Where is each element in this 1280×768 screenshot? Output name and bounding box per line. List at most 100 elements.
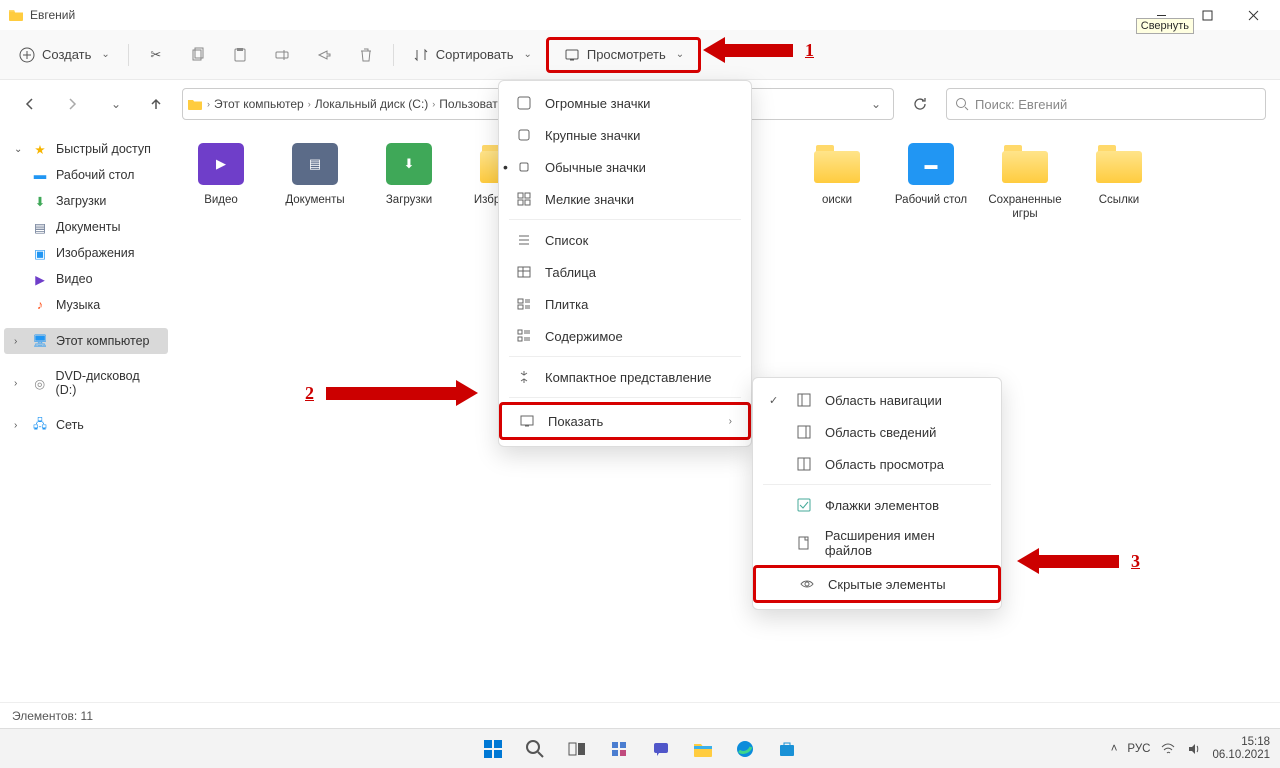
- show-menu-item[interactable]: Расширения имен файлов: [753, 521, 1001, 565]
- show-menu-item[interactable]: Область просмотра: [753, 448, 1001, 480]
- tray-clock[interactable]: 15:1806.10.2021: [1212, 736, 1270, 761]
- show-menu-item[interactable]: Скрытые элементы: [753, 565, 1001, 603]
- rename-button[interactable]: [263, 40, 301, 70]
- sort-button[interactable]: Сортировать⌄: [402, 40, 542, 70]
- status-bar: Элементов: 11: [0, 702, 1280, 728]
- forward-button[interactable]: [56, 88, 88, 120]
- start-button[interactable]: [475, 731, 511, 767]
- create-label: Создать: [42, 47, 91, 62]
- sidebar-network[interactable]: ›🖧Сеть: [4, 412, 168, 438]
- close-button[interactable]: [1230, 0, 1276, 30]
- network-icon: 🖧: [32, 417, 48, 433]
- folder-item[interactable]: ▤Документы: [278, 138, 352, 222]
- sidebar-images[interactable]: ▣Изображения: [4, 240, 168, 266]
- folder-item[interactable]: Ссылки: [1082, 138, 1156, 222]
- view-menu-item[interactable]: Список: [499, 224, 751, 256]
- titlebar: Евгений: [0, 0, 1280, 30]
- view-menu-item[interactable]: Крупные значки: [499, 119, 751, 151]
- star-icon: ★: [32, 141, 48, 157]
- breadcrumb-seg[interactable]: Локальный диск (C:): [315, 97, 429, 111]
- show-menu-item[interactable]: Область сведений: [753, 416, 1001, 448]
- document-icon: ▤: [32, 219, 48, 235]
- download-icon: ⬇: [32, 193, 48, 209]
- address-dropdown[interactable]: ⌄: [863, 97, 889, 111]
- show-menu-item[interactable]: ✓Область навигации: [753, 384, 1001, 416]
- show-submenu: ✓Область навигацииОбласть сведенийОбласт…: [752, 377, 1002, 610]
- view-menu-item[interactable]: Показать›: [499, 402, 751, 440]
- breadcrumb-seg[interactable]: Пользоват: [439, 97, 497, 111]
- dvd-icon: ◎: [32, 375, 48, 391]
- sidebar-downloads[interactable]: ⬇Загрузки: [4, 188, 168, 214]
- search-icon: [955, 97, 969, 111]
- rename-icon: [273, 46, 291, 64]
- paste-button[interactable]: [221, 40, 259, 70]
- view-button[interactable]: Просмотреть⌄: [546, 37, 701, 73]
- paste-icon: [231, 46, 249, 64]
- search-placeholder: Поиск: Евгений: [975, 97, 1067, 112]
- folder-item[interactable]: оиски: [800, 138, 874, 222]
- sidebar-this-pc[interactable]: ›🖥Этот компьютер: [4, 328, 168, 354]
- delete-button[interactable]: [347, 40, 385, 70]
- up-button[interactable]: [140, 88, 172, 120]
- cut-button[interactable]: ✂: [137, 40, 175, 70]
- music-icon: ♪: [32, 297, 48, 313]
- copy-icon: [189, 46, 207, 64]
- chat-button[interactable]: [643, 731, 679, 767]
- sidebar-quick-access[interactable]: ⌄★Быстрый доступ: [4, 136, 168, 162]
- view-menu-item[interactable]: Содержимое: [499, 320, 751, 352]
- search-input[interactable]: Поиск: Евгений: [946, 88, 1266, 120]
- sidebar-documents[interactable]: ▤Документы: [4, 214, 168, 240]
- explorer-button[interactable]: [685, 731, 721, 767]
- create-button[interactable]: Создать⌄: [8, 40, 120, 70]
- trash-icon: [357, 46, 375, 64]
- folder-item[interactable]: Сохраненные игры: [988, 138, 1062, 222]
- sidebar-desktop[interactable]: ▬Рабочий стол: [4, 162, 168, 188]
- refresh-button[interactable]: [904, 88, 936, 120]
- view-menu-item[interactable]: Плитка: [499, 288, 751, 320]
- sidebar-music[interactable]: ♪Музыка: [4, 292, 168, 318]
- video-icon: ▶: [32, 271, 48, 287]
- view-menu: Огромные значкиКрупные значки•Обычные зн…: [498, 80, 752, 447]
- taskbar: ˄ РУС 15:1806.10.2021: [0, 728, 1280, 768]
- desktop-icon: ▬: [32, 167, 48, 183]
- view-menu-item[interactable]: •Обычные значки: [499, 151, 751, 183]
- widgets-button[interactable]: [601, 731, 637, 767]
- annotation-arrow-3: 3: [1017, 548, 1140, 574]
- recent-button[interactable]: ⌄: [98, 88, 130, 120]
- wifi-icon[interactable]: [1160, 741, 1176, 757]
- toolbar: Создать⌄ ✂ Сортировать⌄ Просмотреть⌄: [0, 30, 1280, 80]
- view-menu-item[interactable]: Мелкие значки: [499, 183, 751, 215]
- share-button[interactable]: [305, 40, 343, 70]
- breadcrumb-seg[interactable]: Этот компьютер: [214, 97, 304, 111]
- search-button[interactable]: [517, 731, 553, 767]
- edge-button[interactable]: [727, 731, 763, 767]
- window-title: Евгений: [30, 8, 1138, 22]
- tray-chevron-icon[interactable]: ˄: [1111, 743, 1118, 755]
- tray-language[interactable]: РУС: [1127, 743, 1150, 755]
- folder-item[interactable]: ⬇Загрузки: [372, 138, 446, 222]
- view-menu-item[interactable]: Компактное представление: [499, 361, 751, 393]
- folder-icon: [187, 96, 203, 112]
- back-button[interactable]: [14, 88, 46, 120]
- folder-item[interactable]: ▶Видео: [184, 138, 258, 222]
- view-menu-item[interactable]: Таблица: [499, 256, 751, 288]
- plus-icon: [18, 46, 36, 64]
- view-menu-item[interactable]: Огромные значки: [499, 87, 751, 119]
- sort-label: Сортировать: [436, 47, 514, 62]
- annotation-arrow-2: 2: [305, 380, 478, 406]
- taskview-button[interactable]: [559, 731, 595, 767]
- system-tray[interactable]: ˄ РУС 15:1806.10.2021: [1111, 736, 1280, 761]
- show-menu-item[interactable]: Флажки элементов: [753, 489, 1001, 521]
- view-label: Просмотреть: [587, 47, 666, 62]
- view-icon: [563, 46, 581, 64]
- cut-icon: ✂: [147, 46, 165, 64]
- volume-icon[interactable]: [1186, 741, 1202, 757]
- image-icon: ▣: [32, 245, 48, 261]
- store-button[interactable]: [769, 731, 805, 767]
- sidebar-videos[interactable]: ▶Видео: [4, 266, 168, 292]
- folder-item[interactable]: ▬Рабочий стол: [894, 138, 968, 222]
- copy-button[interactable]: [179, 40, 217, 70]
- sidebar: ⌄★Быстрый доступ ▬Рабочий стол ⬇Загрузки…: [0, 128, 172, 702]
- sidebar-dvd[interactable]: ›◎DVD-дисковод (D:): [4, 364, 168, 402]
- share-icon: [315, 46, 333, 64]
